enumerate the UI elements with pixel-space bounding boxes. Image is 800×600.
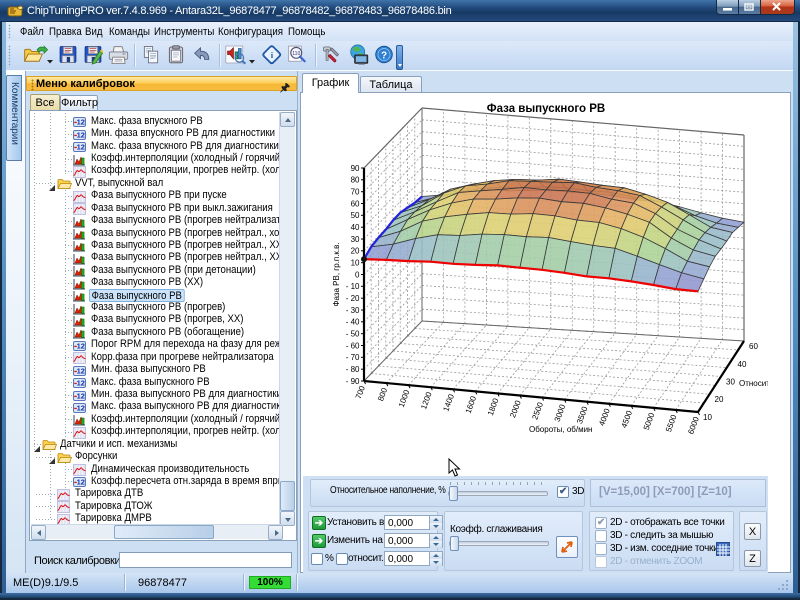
- svg-text:12: 12: [77, 391, 85, 400]
- svg-text:12: 12: [77, 341, 85, 350]
- svg-text:80: 80: [351, 176, 360, 185]
- svg-text:12: 12: [77, 366, 85, 375]
- svg-text:0: 0: [355, 270, 360, 279]
- svg-text:50: 50: [351, 211, 360, 220]
- svg-text:12: 12: [77, 478, 85, 487]
- svg-text:Относительное н: Относительное н: [739, 379, 768, 388]
- svg-text:12: 12: [77, 130, 85, 139]
- svg-text:60: 60: [749, 342, 758, 351]
- svg-text:10: 10: [703, 413, 712, 422]
- svg-text:12: 12: [77, 403, 85, 412]
- svg-text:Обороты, об/мин: Обороты, об/мин: [529, 425, 592, 434]
- svg-text:70: 70: [351, 188, 360, 197]
- svg-text:- 80: - 80: [346, 365, 360, 374]
- svg-text:- 50: - 50: [346, 330, 360, 339]
- svg-text:12: 12: [77, 379, 85, 388]
- svg-text:- 40: - 40: [346, 318, 360, 327]
- svg-text:30: 30: [726, 378, 735, 387]
- svg-text:20: 20: [715, 395, 724, 404]
- svg-text:- 70: - 70: [346, 353, 360, 362]
- svg-text:30: 30: [351, 235, 360, 244]
- svg-text:12: 12: [77, 118, 85, 127]
- svg-text:?: ?: [381, 50, 387, 61]
- svg-text:10: 10: [351, 259, 360, 268]
- svg-text:- 10: - 10: [346, 282, 360, 291]
- svg-text:20: 20: [351, 247, 360, 256]
- svg-text:- 60: - 60: [346, 341, 360, 350]
- svg-text:- 30: - 30: [346, 306, 360, 315]
- svg-text:- 20: - 20: [346, 294, 360, 303]
- svg-text:12: 12: [77, 143, 85, 152]
- svg-text:40: 40: [738, 360, 747, 369]
- svg-text:90: 90: [351, 164, 360, 173]
- svg-text:60: 60: [351, 199, 360, 208]
- svg-text:Фаза РВ, гр.п.к.в.: Фаза РВ, гр.п.к.в.: [332, 242, 341, 306]
- svg-text:40: 40: [351, 223, 360, 232]
- svg-text:Фаза выпускного РВ: Фаза выпускного РВ: [487, 103, 605, 115]
